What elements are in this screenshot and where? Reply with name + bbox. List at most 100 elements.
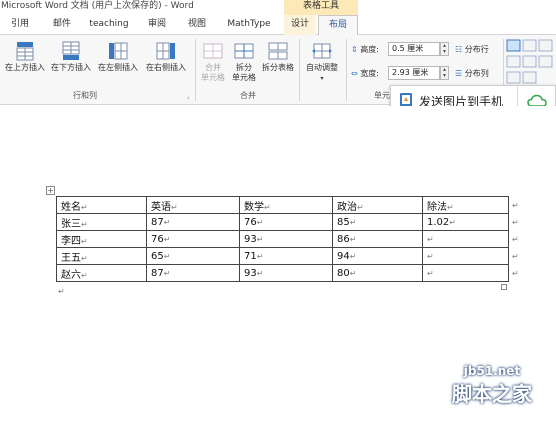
merge-cells-icon [203,43,223,59]
table-cell[interactable]: 政治↵ [332,196,423,214]
tab-design[interactable]: 设计 [284,15,316,35]
cell-end-mark: ↵ [427,251,434,261]
table-resize-handle[interactable] [501,284,507,290]
col-width-icon: ⇔ [351,69,358,78]
align-bottom-center-icon [522,71,537,84]
table-cell[interactable]: ↵ [422,230,509,248]
insert-right-button[interactable]: 在右侧插入 [142,41,190,73]
paragraph-mark: ↵ [58,287,65,296]
table-cell[interactable]: 数学↵ [239,196,333,214]
table-cell[interactable]: 80↵ [332,264,423,282]
split-table-button[interactable]: 拆分表格 [260,41,296,73]
table-cell[interactable]: 张三↵ [56,213,147,231]
insert-below-button[interactable]: 在下方插入 [48,41,94,73]
insert-above-icon [16,42,34,61]
table-cell[interactable]: 71↵ [239,247,333,265]
distribute-cols-icon: ☰ [455,69,463,78]
autofit-button[interactable]: 自动调整 ▾ [302,41,342,84]
cell-end-mark: ↵ [349,251,357,261]
cell-end-mark: ↵ [349,234,357,244]
tab-view[interactable]: 视图 [180,15,214,35]
align-bottom-left-icon [506,71,521,84]
table-cell[interactable]: 85↵ [332,213,423,231]
tab-teaching[interactable]: teaching [84,15,134,35]
table-cell[interactable]: 赵六↵ [56,264,147,282]
insert-above-button[interactable]: 在上方插入 [2,41,48,73]
cell-text: 80 [337,267,350,279]
row-end-mark: ↵ [512,217,519,227]
cell-end-mark: ↵ [163,234,171,244]
insert-left-button[interactable]: 在左侧插入 [95,41,141,73]
row-height-field[interactable]: 0.5 厘米 [388,42,440,56]
row-height-icon: ⇕ [351,45,358,54]
table-cell[interactable]: 除法↵ [422,196,509,214]
table-cell[interactable]: 86↵ [332,230,423,248]
split-cells-button[interactable]: 拆分 单元格 [229,41,259,83]
table-cell[interactable]: 93↵ [239,230,333,248]
alignment-grid [506,39,553,84]
cell-end-mark: ↵ [163,268,171,278]
cell-text: 李四 [61,235,81,247]
row-end-cell: ↵ [509,231,520,248]
tab-review[interactable]: 审阅 [140,15,174,35]
table-cell[interactable]: 英语↵ [146,196,240,214]
distribute-cols-button[interactable]: ☰ 分布列 [455,68,489,79]
insert-left-label: 在左侧插入 [98,63,138,72]
align-middle-left-icon [506,55,521,68]
row-end-cell: ↵ [509,197,520,214]
table-cell[interactable]: 94↵ [332,247,423,265]
tab-mathtype[interactable]: MathType [220,15,278,35]
cell-text: 87 [151,216,164,228]
table-cell[interactable]: ↵ [422,247,509,265]
col-width-label-group: ⇔ 宽度: [351,68,379,79]
cell-text: 英语 [151,201,171,213]
table-cell[interactable]: 93↵ [239,264,333,282]
row-height-label: 高度: [360,45,379,54]
table-cell[interactable]: 李四↵ [56,230,147,248]
watermark-line1: jb51.net [463,364,521,378]
tab-layout[interactable]: 布局 [318,15,358,36]
table-cell[interactable]: 87↵ [146,213,240,231]
merge-cells-button[interactable]: 合并 单元格 [198,41,228,83]
cell-end-mark: ↵ [256,268,264,278]
autofit-icon [312,43,332,59]
cell-text: 71 [244,250,257,262]
row-end-cell: ↵ [509,214,520,231]
word-table[interactable]: 姓名↵ 英语↵ 数学↵ 政治↵ 除法↵ ↵ 张三↵ 87↵ 76↵ 85↵ 1.02↵ ↵ 李四↵ 76↵… [56,196,520,282]
distribute-rows-button[interactable]: ☷ 分布行 [455,44,489,55]
chevron-down-icon: ▾ [320,75,324,82]
row-end-mark: ↵ [512,251,519,261]
table-cell[interactable]: 65↵ [146,247,240,265]
table-cell[interactable]: ↵ [422,264,509,282]
tab-mailings[interactable]: 邮件 [44,15,80,35]
table-header-row: 姓名↵ 英语↵ 数学↵ 政治↵ 除法↵ ↵ [56,196,520,214]
merge-group-label: 合并 [240,91,256,100]
row-height-spinner[interactable]: ▴ ▾ [440,42,449,56]
tab-references[interactable]: 引用 [2,15,38,35]
col-width-spinner[interactable]: ▴ ▾ [440,66,449,80]
cell-end-mark: ↵ [171,202,178,212]
table-cell[interactable]: 87↵ [146,264,240,282]
table-row: 赵六↵ 87↵ 93↵ 80↵ ↵ ↵ [56,264,520,282]
insert-below-icon [62,41,80,60]
cell-end-mark: ↵ [449,217,456,227]
table-cell[interactable]: 76↵ [239,213,333,231]
distribute-cols-label: 分布列 [464,69,489,78]
distribute-rows-icon: ☷ [455,45,463,54]
cell-text: 86 [337,233,350,245]
group-divider [346,39,347,101]
table-cell[interactable]: 1.02↵ [422,213,509,231]
split-cells-label-1: 拆分 [236,63,252,72]
table-cell[interactable]: 76↵ [146,230,240,248]
table-cell[interactable]: 王五↵ [56,247,147,265]
table-cell[interactable]: 姓名↵ [56,196,147,214]
col-width-field[interactable]: 2.93 厘米 [388,66,440,80]
rows-cols-group-label: 行和列 [73,91,97,100]
table-move-handle-icon[interactable]: + [46,186,55,195]
cell-text: 政治 [337,201,357,213]
align-middle-right-icon [538,55,553,68]
title-bar: Microsoft Word 文档 (用户上次保存的) - Word [0,0,556,15]
insert-above-label: 在上方插入 [5,63,45,72]
dialog-launcher-icon[interactable]: ⌟ [184,92,192,102]
cell-text: 93 [244,233,257,245]
